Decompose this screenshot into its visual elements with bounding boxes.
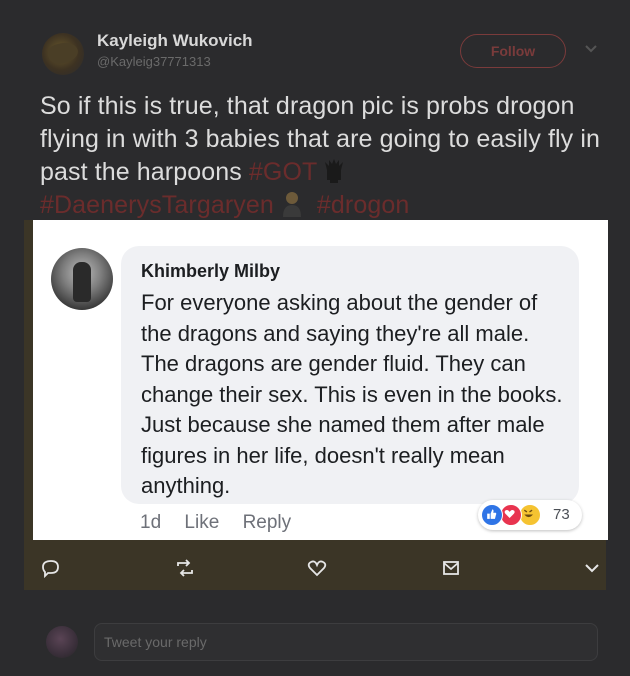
author-name[interactable]: Kayleigh Wukovich <box>97 31 253 51</box>
reply-input[interactable] <box>94 623 598 661</box>
tweet-text-main: So if this is true, that dragon pic is p… <box>40 92 600 186</box>
reply-icon[interactable] <box>40 557 62 579</box>
comment-age: 1d <box>140 512 162 533</box>
like-icon[interactable] <box>306 557 328 579</box>
reaction-count: 73 <box>553 506 570 523</box>
retweet-icon[interactable] <box>174 557 196 579</box>
chevron-down-icon[interactable] <box>584 44 598 54</box>
follow-button[interactable]: Follow <box>460 34 566 68</box>
embedded-comment-screenshot[interactable]: Khimberly Milby For everyone asking abou… <box>33 220 608 540</box>
comment-like-label: Like <box>184 512 220 533</box>
hashtag-drogon[interactable]: #drogon <box>317 191 409 219</box>
iron-throne-icon <box>325 159 344 183</box>
reactions-summary: 73 <box>478 500 582 530</box>
commenter-avatar <box>51 248 113 310</box>
like-reaction-icon <box>481 504 503 526</box>
haha-reaction-icon <box>519 504 541 526</box>
hashtag-got[interactable]: #GOT <box>249 158 317 186</box>
comment-reply-label: Reply <box>242 512 292 533</box>
comment-bubble: Khimberly Milby For everyone asking abou… <box>121 246 579 504</box>
commenter-name: Khimberly Milby <box>141 261 281 281</box>
tweet-actions <box>24 548 606 588</box>
author-handle[interactable]: @Kayleig37771313 <box>97 54 211 69</box>
tweet-text: So if this is true, that dragon pic is p… <box>40 90 600 222</box>
user-avatar[interactable] <box>46 626 78 658</box>
comment-meta: 1d Like Reply <box>140 512 309 534</box>
reply-bar <box>0 606 630 676</box>
tweet-header: Kayleigh Wukovich @Kayleig37771313 Follo… <box>0 0 630 90</box>
woman-emoji-icon <box>282 192 301 217</box>
love-reaction-icon <box>500 504 522 526</box>
more-icon[interactable] <box>581 557 603 579</box>
message-icon[interactable] <box>440 557 462 579</box>
hashtag-daenerystargaryen[interactable]: #DaenerysTargaryen <box>40 191 274 219</box>
author-avatar[interactable] <box>42 33 84 75</box>
comment-text: For everyone asking about the gender of … <box>141 290 563 498</box>
